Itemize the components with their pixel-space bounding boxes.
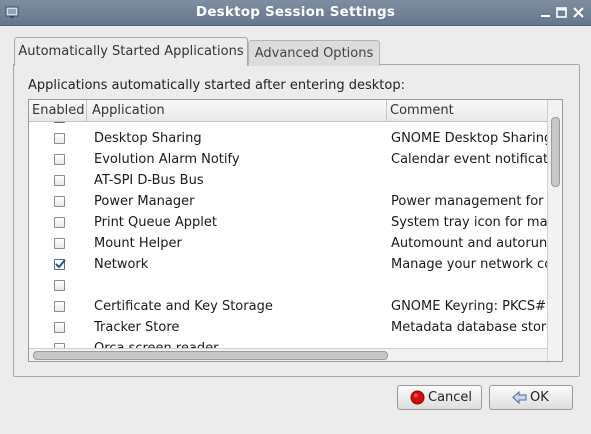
application-comment: GNOME Keyring: PKCS#11 <box>391 299 547 314</box>
enabled-checkbox[interactable] <box>54 238 65 249</box>
ok-arrow-icon <box>512 390 528 409</box>
table-row[interactable]: Desktop Sharing GNOME Desktop Sharing <box>29 128 547 149</box>
application-name: Print Queue Applet <box>94 215 217 230</box>
window-title: Desktop Session Settings <box>195 4 396 20</box>
table-row[interactable]: Evolution Alarm Notify Calendar event not… <box>29 149 547 170</box>
list-rows: Desktop Sharing GNOME Desktop Sharing Evol… <box>29 122 547 348</box>
window-titlebar[interactable]: Desktop Session Settings <box>0 0 591 26</box>
vertical-scrollbar[interactable] <box>547 100 562 361</box>
application-comment: Automount and autorun <box>391 236 547 251</box>
tab-advanced-options[interactable]: Advanced Options <box>248 40 380 66</box>
application-comment: Power management for the <box>391 194 547 209</box>
enabled-checkbox[interactable] <box>54 133 65 144</box>
enabled-checkbox[interactable] <box>54 196 65 207</box>
enabled-checkbox[interactable] <box>54 280 65 291</box>
enabled-checkbox[interactable] <box>54 154 65 165</box>
table-row[interactable]: Tracker Store Metadata database store <box>29 317 547 338</box>
table-row[interactable]: Power Manager Power management for the <box>29 191 547 212</box>
enabled-checkbox[interactable] <box>54 175 65 186</box>
enabled-checkbox[interactable] <box>54 301 65 312</box>
application-comment: Metadata database store <box>391 320 547 335</box>
application-comment: Manage your network connections <box>391 257 547 272</box>
application-comment: System tray icon for managing <box>391 215 547 230</box>
startup-description: Applications automatically started after… <box>28 78 405 93</box>
cancel-button[interactable]: Cancel <box>397 385 482 410</box>
table-row[interactable]: Print Queue Applet System tray icon for m… <box>29 212 547 233</box>
application-name: Tracker Store <box>94 320 180 335</box>
ok-button[interactable]: OK <box>489 385 573 410</box>
column-header-comment[interactable]: Comment <box>387 100 547 121</box>
ok-button-label: OK <box>530 390 549 405</box>
application-name: Evolution Alarm Notify <box>94 152 240 167</box>
application-name: Desktop Sharing <box>94 131 202 146</box>
cancel-icon <box>410 390 425 409</box>
enabled-checkbox[interactable] <box>54 259 66 270</box>
application-name: Network <box>94 257 149 272</box>
close-icon[interactable] <box>571 5 586 20</box>
enabled-checkbox[interactable] <box>54 322 65 333</box>
horizontal-scrollbar[interactable] <box>29 348 547 361</box>
table-row[interactable]: Mount Helper Automount and autorun <box>29 233 547 254</box>
enabled-checkbox[interactable] <box>54 217 65 228</box>
enabled-checkbox[interactable] <box>54 122 65 123</box>
application-name: Certificate and Key Storage <box>94 299 273 314</box>
maximize-icon[interactable] <box>554 5 569 20</box>
application-comment <box>391 338 547 348</box>
application-comment: Calendar event notifications <box>391 152 547 167</box>
application-name: AT-SPI D-Bus Bus <box>94 173 204 188</box>
application-name: Mount Helper <box>94 236 182 251</box>
application-name: Orca screen reader <box>94 338 219 348</box>
vertical-scrollbar-thumb[interactable] <box>551 117 560 187</box>
minimize-icon[interactable] <box>538 5 553 20</box>
list-header: Enabled Application Comment <box>29 100 562 122</box>
table-row[interactable] <box>29 275 547 296</box>
table-row[interactable]: Network Manage your network connections <box>29 254 547 275</box>
application-comment: GNOME Desktop Sharing <box>391 131 547 146</box>
horizontal-scrollbar-thumb[interactable] <box>33 351 388 360</box>
application-comment <box>391 275 547 296</box>
list-rows-viewport: Desktop Sharing GNOME Desktop Sharing Evol… <box>29 122 547 348</box>
table-row[interactable]: Orca screen reader <box>29 338 547 348</box>
checkmark-icon <box>55 259 66 269</box>
cancel-button-label: Cancel <box>428 390 473 405</box>
startup-applications-list[interactable]: Enabled Application Comment Desktop Shar… <box>28 99 563 362</box>
tab-automatically-started-applications[interactable]: Automatically Started Applications <box>14 37 248 66</box>
table-row[interactable]: Certificate and Key Storage GNOME Keyring… <box>29 296 547 317</box>
column-header-enabled[interactable]: Enabled <box>29 100 87 121</box>
application-comment <box>391 170 547 191</box>
table-row[interactable]: AT-SPI D-Bus Bus <box>29 170 547 191</box>
column-header-application[interactable]: Application <box>87 100 387 121</box>
application-name: Power Manager <box>94 194 195 209</box>
checkmark-icon <box>54 122 66 123</box>
